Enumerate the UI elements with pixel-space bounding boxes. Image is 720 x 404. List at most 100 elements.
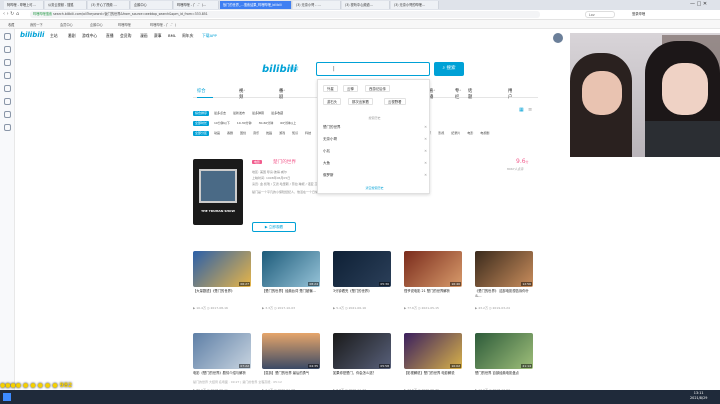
nav-item[interactable]: 周年庆 — [182, 33, 193, 39]
bookmark-item[interactable]: 哔哩哔哩 — [118, 22, 131, 27]
filter-chip[interactable]: 番剧 — [225, 131, 235, 136]
filter-chip[interactable]: 最多点击 — [212, 111, 228, 116]
filter-chip[interactable]: 国创 — [238, 131, 248, 136]
sidebar-icon[interactable] — [4, 98, 11, 105]
sidebar-icon[interactable] — [4, 33, 11, 40]
search-button[interactable]: ⌕ 搜索 — [434, 62, 464, 76]
sidebar-icon[interactable] — [4, 46, 11, 53]
sidebar-icon[interactable] — [4, 124, 11, 131]
featured-poster[interactable]: THE TRUMAN SHOW — [193, 159, 243, 225]
filter-chip[interactable]: 电影 — [465, 131, 475, 136]
filter-chip[interactable]: 30-60分钟 — [257, 121, 276, 126]
bookmark-item[interactable]: 会员中心 — [60, 22, 73, 27]
filter-chip[interactable]: 影视 — [436, 131, 446, 136]
tab-user[interactable]: 用户 29 — [508, 88, 512, 100]
nav-item[interactable]: 会员购 — [120, 33, 131, 39]
browser-tab[interactable]: 哔哩哔哩 - (゜-゜)… — [174, 1, 219, 9]
tab-video[interactable]: 视频 99+ — [239, 88, 245, 100]
filter-chip[interactable]: 最新发布 — [231, 111, 247, 116]
featured-title[interactable]: 楚门的世界 — [273, 159, 296, 165]
browser-tab[interactable]: (3) 无奈小哥 - … — [293, 1, 341, 9]
hot-word[interactable]: 西游记后传 — [365, 85, 390, 92]
browser-tab-active[interactable]: 饭门的世界_…搜索结果_哔哩哔哩_bilibili — [220, 1, 292, 9]
video-card[interactable]: 16:40 怪爷说电影 21 楚门的世界解析 ▶ 77.6万 ◷ 2021-05… — [404, 251, 462, 321]
clear-history-button[interactable]: 清空搜索历史 — [318, 186, 431, 190]
video-card[interactable]: 06:27 【大量剧透】《楚门的世界》 ▶ 10.4万 ◷ 2017-08-16 — [193, 251, 251, 321]
filter-chip[interactable]: 音乐 — [251, 131, 261, 136]
watch-now-button[interactable]: ▶ 立即观看 — [252, 222, 296, 232]
bookmark-item[interactable]: 我的一下 — [30, 22, 43, 27]
nav-item[interactable]: 主站 — [50, 33, 58, 39]
search-input[interactable]: | — [316, 62, 430, 76]
browser-tab[interactable]: 企鹅中心 — [131, 1, 173, 9]
bookmark-item[interactable]: 收藏 — [8, 22, 14, 27]
nav-item[interactable]: 游戏中心 — [82, 33, 97, 39]
close-icon[interactable]: ✕ — [424, 159, 427, 167]
filter-chip[interactable]: 最多收藏 — [269, 111, 285, 116]
filter-chip[interactable]: 10-30分钟 — [235, 121, 254, 126]
bookmark-item[interactable]: 哔哩哔哩 - (゜-゜) — [150, 22, 176, 27]
filter-chip[interactable]: 最多弹幕 — [250, 111, 266, 116]
browser-search-input[interactable]: Lov — [585, 11, 615, 18]
tab-all[interactable]: 综合 — [197, 88, 206, 94]
hot-word[interactable]: 外星 — [323, 85, 338, 92]
filter-chip[interactable]: 电视剧 — [478, 131, 491, 136]
video-title[interactable]: 楚门的世界 全程高能 — [242, 380, 270, 384]
close-icon[interactable]: ✕ — [424, 171, 427, 179]
nav-item[interactable]: 漫画 — [140, 33, 148, 39]
hot-word[interactable]: 游石头 — [323, 98, 342, 105]
filter-chip[interactable]: 科技 — [303, 131, 313, 136]
video-card[interactable]: 05:30 3分钟看完《楚门的世界》 ▶ 5.4万 ◷ 2021-06-16 — [333, 251, 391, 321]
history-item[interactable]: 无奈小哥 ✕ — [323, 135, 427, 143]
bili-logo-small[interactable]: bilibili — [20, 31, 44, 39]
filter-chip[interactable]: 知识 — [290, 131, 300, 136]
sidebar-icon[interactable] — [4, 59, 11, 66]
nav-item[interactable]: 番剧 — [68, 33, 76, 39]
nav-item-download[interactable]: 下载APP — [202, 33, 217, 39]
tab-topic[interactable]: 话题 0 — [468, 88, 472, 100]
filter-chip[interactable]: 全部时长 — [193, 121, 210, 126]
tab-bangumi[interactable]: 番剧 99+ — [279, 88, 285, 100]
close-icon[interactable]: ✕ — [424, 123, 427, 131]
video-card[interactable]: 08:24 【楚门的世界】经典台词 楚门被骗… ▶ 3.3万 ◷ 2017-10… — [262, 251, 320, 321]
history-item[interactable]: 俄罗斯 ✕ — [323, 171, 427, 179]
nav-item[interactable]: BML — [168, 33, 176, 38]
close-icon[interactable]: ✕ — [424, 135, 427, 143]
browser-user-button[interactable]: 登录哔哩 — [632, 11, 645, 18]
sidebar-icon[interactable] — [4, 111, 11, 118]
filter-chip[interactable]: 动画 — [212, 131, 222, 136]
hot-word[interactable]: 云视野看 — [384, 98, 406, 105]
history-item[interactable]: 大鱼 ✕ — [323, 159, 427, 167]
browser-tab[interactable]: (3) 视听中心频道… — [342, 1, 390, 9]
filter-chip[interactable]: 综合排序 — [193, 111, 210, 116]
nav-item[interactable]: 直播 — [106, 33, 114, 39]
browser-tab[interactable]: (3) 无奈小哥的哔哩… — [391, 1, 439, 9]
nav-item[interactable]: 赛事 — [154, 33, 162, 39]
filter-chip[interactable]: 全部分区 — [193, 131, 210, 136]
browser-tab[interactable]: (3) 开心了视频 … — [88, 1, 130, 9]
filter-chip[interactable]: 游戏 — [277, 131, 287, 136]
hot-word[interactable]: 云禅 — [343, 85, 358, 92]
browser-tab[interactable]: 公务云视频 - 搜狐 — [45, 1, 87, 9]
avatar[interactable] — [553, 33, 563, 43]
video-thumbnail: 16:40 — [404, 251, 462, 287]
hot-word[interactable]: 那次出家看 — [348, 98, 373, 105]
bookmark-item[interactable]: 企鹅中心 — [90, 22, 103, 27]
filter-chip[interactable]: 10分钟以下 — [212, 121, 232, 126]
window-controls[interactable]: — □ ✕ — [690, 1, 707, 7]
sidebar-icon[interactable] — [4, 72, 11, 79]
close-icon[interactable]: ✕ — [424, 147, 427, 155]
browser-tab[interactable]: 阿哔哩 - 哔哩上可… — [4, 1, 44, 9]
nav-arrows-icon[interactable]: ‹ › ↻ ⌂ — [3, 11, 19, 17]
filter-chip[interactable]: 舞蹈 — [264, 131, 274, 136]
history-item[interactable]: 楚门的世界 ✕ — [323, 123, 427, 131]
filter-chip[interactable]: 纪录片 — [449, 131, 462, 136]
start-icon[interactable] — [3, 393, 11, 401]
video-card[interactable]: 12:56 《楚门的世界》 这部电影想告诉你什么… ▶ 43.2万 ◷ 2019… — [475, 251, 533, 321]
history-item[interactable]: 小兆 ✕ — [323, 147, 427, 155]
address-input[interactable]: 哔哩哔哩搜索 search.bilibili.com/all?keyword=饭… — [30, 11, 540, 18]
video-title[interactable]: 楚门的世界 大结局 名场面 — [193, 380, 228, 384]
sidebar-icon[interactable] — [4, 85, 11, 92]
filter-chip[interactable]: 60分钟以上 — [278, 121, 298, 126]
tab-article[interactable]: 专栏 99+ — [455, 88, 461, 100]
